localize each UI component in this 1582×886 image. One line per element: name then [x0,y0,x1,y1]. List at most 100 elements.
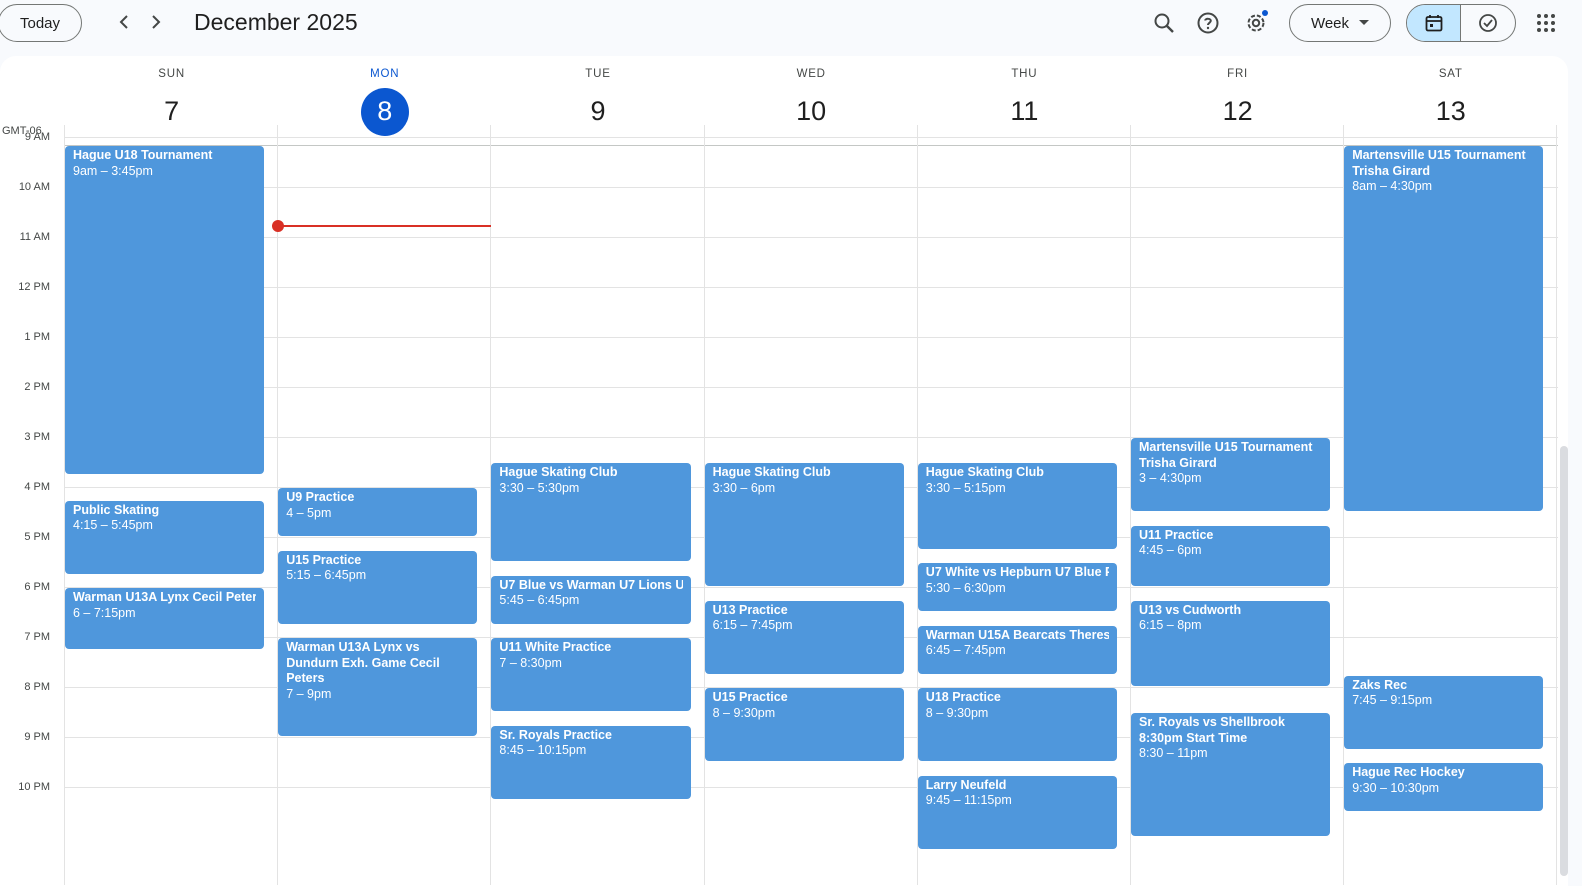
hour-gridline [64,387,1558,388]
calendar-event[interactable]: U13 vs Cudworth 6:15 – 8pm [1131,600,1331,686]
calendar-event[interactable]: Hague U18 Tournament 9am – 3:45pm [65,146,265,474]
calendar-event[interactable]: U9 Practice 4 – 5pm [278,488,478,536]
event-title: Zaks Rec [1352,677,1408,692]
calendar-icon [1425,15,1442,32]
hour-gridline [64,437,1558,438]
event-title: Sr. Royals Practice [499,727,612,742]
event-time: 3:30 – 6pm [712,480,776,495]
top-toolbar: Today December 2025 Week [0,0,1582,50]
day-header-thu[interactable]: THU 11 [918,56,1131,146]
event-title: U11 Practice [1139,527,1214,542]
day-number[interactable]: 12 [1131,90,1344,132]
previous-week-button[interactable] [112,10,136,34]
day-number[interactable]: 13 [1344,90,1557,132]
hour-label: 5 PM [24,531,50,543]
day-number[interactable]: 10 [705,90,918,132]
event-title: Martensville U15 Tournament Trisha Girar… [1352,148,1526,178]
event-title: U7 White vs Hepburn U7 Blue Pr [925,565,1109,579]
help-icon [1197,12,1219,34]
event-time: 3:30 – 5:30pm [499,480,580,495]
event-time: 7:45 – 9:15pm [1352,693,1433,707]
calendar-event[interactable]: U7 White vs Hepburn U7 Blue Pr 5:30 – 6:3… [917,563,1117,611]
calendar-event[interactable]: Hague Skating Club 3:30 – 5:15pm [917,463,1117,549]
calendar-event[interactable]: U11 White Practice 7 – 8:30pm [491,638,691,711]
calendar-event[interactable]: Hague Skating Club 3:30 – 5:30pm [491,463,691,561]
event-time: 8:45 – 10:15pm [499,743,587,757]
calendar-event[interactable]: Hague Rec Hockey 9:30 – 10:30pm [1344,763,1544,811]
calendar-event[interactable]: Martensville U15 Tournament Trisha Girar… [1131,438,1331,511]
settings-button[interactable] [1242,9,1270,37]
event-title: Hague Rec Hockey [1352,765,1465,779]
event-time: 6:45 – 7:45pm [925,643,1006,657]
hour-gridline [64,137,1558,138]
calendar-event[interactable]: Warman U15A Bearcats Theresa 6:45 – 7:45p… [917,625,1117,674]
calendar-event[interactable]: U15 Practice 5:15 – 6:45pm [278,550,478,624]
view-selector[interactable]: Week [1289,4,1391,42]
app-switch-toggle [1406,4,1516,42]
calendar-event[interactable]: U7 Blue vs Warman U7 Lions U7 5:45 – 6:45… [491,575,691,624]
scrollbar[interactable] [1560,446,1568,876]
hour-label: 1 PM [24,331,50,343]
week-grid[interactable]: 9 AM 10 AM 11 AM 12 PM 1 PM 2 PM 3 PM 4 PM 5 PM 6… [0,125,1568,886]
hour-label: 2 PM [24,381,50,393]
event-title: U7 Blue vs Warman U7 Lions U7 [499,577,683,592]
search-icon [1154,13,1174,33]
calendar-event[interactable]: Warman U13A Lynx Cecil Peters 6 – 7:15pm [65,588,265,649]
hour-label: 7 PM [24,631,50,643]
event-title: Public Skating [73,502,160,517]
event-title: Larry Neufeld [925,777,1007,792]
day-of-week-label: SUN [158,68,185,80]
calendar-event[interactable]: Larry Neufeld 9:45 – 11:15pm [917,775,1117,849]
calendar-event[interactable]: Zaks Rec 7:45 – 9:15pm [1344,675,1544,749]
event-time: 6:15 – 7:45pm [712,618,793,632]
apps-button[interactable] [1532,9,1560,37]
task-check-icon [1479,14,1497,32]
event-time: 6 – 7:15pm [73,605,136,620]
today-button[interactable]: Today [0,4,82,42]
day-number[interactable]: 11 [918,90,1131,132]
next-week-button[interactable] [144,10,168,34]
day-header-mon[interactable]: MON 8 [278,56,491,146]
month-title: December 2025 [194,9,358,35]
apps-grid-icon [1537,14,1555,32]
event-time: 8 – 9:30pm [712,705,776,720]
calendar-event[interactable]: Sr. Royals vs Shellbrook 8:30pm Start Ti… [1131,713,1331,836]
day-header-wed[interactable]: WED 10 [705,56,918,146]
hour-gridline [64,337,1558,338]
calendar-view-button[interactable] [1407,5,1462,41]
calendar-event[interactable]: U11 Practice 4:45 – 6pm [1131,525,1331,586]
calendar-event[interactable]: U18 Practice 8 – 9:30pm [917,688,1117,761]
hour-label: 11 AM [19,231,50,243]
view-selector-label: Week [1310,14,1350,32]
calendar-event[interactable]: Warman U13A Lynx vs Dundurn Exh. Game Ce… [278,638,478,736]
event-time: 7 – 9pm [286,686,332,701]
event-title: Warman U13A Lynx Cecil Peters [73,590,257,604]
search-button[interactable] [1150,9,1178,37]
day-number[interactable]: 9 [491,90,704,132]
hour-label: 10 PM [18,781,50,793]
hour-gridline [64,237,1558,238]
calendar-event[interactable]: Sr. Royals Practice 8:45 – 10:15pm [491,725,691,799]
day-of-week-label: THU [1011,68,1038,80]
day-header-sat[interactable]: SAT 13 [1344,56,1557,146]
day-of-week-label: FRI [1227,68,1249,80]
tasks-view-button[interactable] [1461,5,1515,41]
calendar-event[interactable]: U13 Practice 6:15 – 7:45pm [704,600,904,674]
day-of-week-label: SAT [1438,68,1463,80]
calendar-event[interactable]: Public Skating 4:15 – 5:45pm [65,500,265,574]
day-number[interactable]: 8 [278,90,491,132]
event-title: U13 vs Cudworth [1139,602,1242,617]
day-header-fri[interactable]: FRI 12 [1131,56,1344,146]
calendar-panel: SUN 7 MON 8 TUE 9 WED 10 THU 11 FRI 12 SAT 13 GMT-06 … [0,56,1568,886]
calendar-event[interactable]: Martensville U15 Tournament Trisha Girar… [1344,146,1544,511]
day-header-tue[interactable]: TUE 9 [491,56,704,146]
calendar-event[interactable]: U15 Practice 8 – 9:30pm [704,688,904,761]
day-number[interactable]: 7 [65,90,278,132]
calendar-event[interactable]: Hague Skating Club 3:30 – 6pm [704,463,904,586]
help-button[interactable] [1194,9,1222,37]
hour-label: 9 AM [24,131,50,143]
hour-gridline [64,787,1558,788]
event-time: 4:15 – 5:45pm [73,518,153,532]
day-header-sun[interactable]: SUN 7 [65,56,278,146]
chevron-left-icon [119,15,128,29]
